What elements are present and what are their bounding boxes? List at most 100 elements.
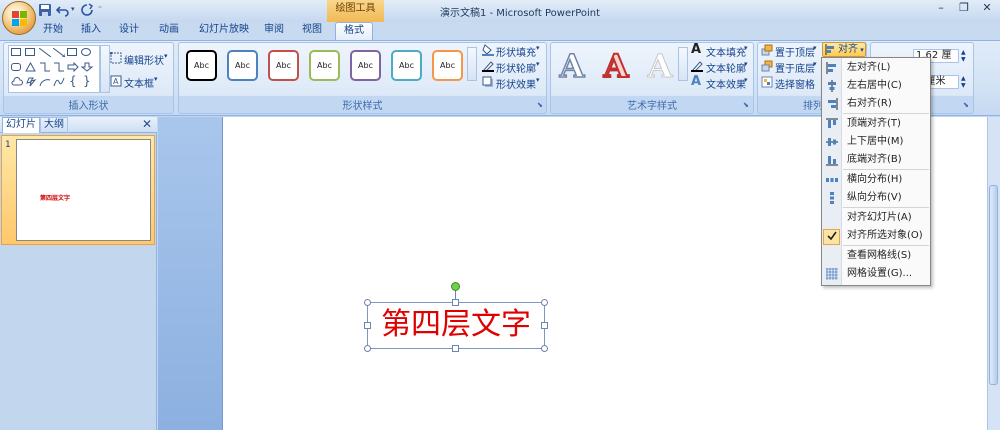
shape-style-swatch[interactable]: Abc bbox=[350, 50, 381, 81]
shape-arc-icon[interactable] bbox=[39, 77, 51, 87]
size-launcher-icon[interactable]: ⬊ bbox=[963, 101, 969, 109]
align-menu-item[interactable]: 网格设置(G)... bbox=[822, 265, 930, 283]
align-menu-item[interactable]: 上下居中(M) bbox=[822, 133, 930, 151]
bring-to-front-button[interactable]: 置于顶层 bbox=[775, 44, 815, 59]
shape-left-brace-icon[interactable]: { bbox=[69, 74, 77, 88]
tab-format[interactable]: 格式 bbox=[335, 22, 373, 40]
resize-handle-bottom[interactable] bbox=[452, 345, 459, 352]
undo-icon[interactable] bbox=[56, 3, 70, 17]
align-menu-item[interactable]: 左右居中(C) bbox=[822, 77, 930, 95]
shapes-gallery-scroll[interactable] bbox=[100, 45, 110, 93]
align-menu-item[interactable]: 底端对齐(B) bbox=[822, 151, 930, 169]
bring-to-front-dropdown-icon[interactable]: ▾ bbox=[813, 44, 817, 52]
height-spinner-icon[interactable]: ▲ ▼ bbox=[961, 49, 966, 63]
shape-vertical-textbox-icon[interactable] bbox=[25, 48, 35, 56]
align-menu-item[interactable]: 纵向分布(V) bbox=[822, 189, 930, 207]
align-menu-item[interactable]: 左对齐(L) bbox=[822, 59, 930, 77]
shape-down-arrow-icon[interactable] bbox=[81, 62, 93, 72]
save-icon[interactable] bbox=[38, 3, 52, 17]
tab-view[interactable]: 视图 bbox=[297, 22, 327, 40]
tab-insert[interactable]: 插入 bbox=[76, 22, 106, 40]
width-spinner-icon[interactable]: ▲ ▼ bbox=[961, 75, 966, 89]
shape-rectangle-icon[interactable] bbox=[67, 48, 77, 56]
undo-dropdown-icon[interactable]: ▾ bbox=[71, 5, 75, 13]
shape-effects-button[interactable]: 形状效果 bbox=[496, 76, 536, 91]
wordart-style-red[interactable]: A bbox=[597, 46, 635, 86]
tab-animations[interactable]: 动画 bbox=[154, 22, 184, 40]
shape-style-swatch[interactable]: Abc bbox=[186, 50, 217, 81]
text-fill-dropdown-icon[interactable]: ▾ bbox=[744, 44, 748, 52]
tab-slides[interactable]: 幻灯片 bbox=[2, 117, 40, 133]
tab-slideshow[interactable]: 幻灯片放映 bbox=[196, 22, 252, 40]
shape-style-swatch[interactable]: Abc bbox=[268, 50, 299, 81]
resize-handle-top-right[interactable] bbox=[541, 299, 548, 306]
tab-outline[interactable]: 大纲 bbox=[40, 117, 68, 133]
align-menu-item[interactable]: 右对齐(R) bbox=[822, 95, 930, 113]
tab-design[interactable]: 设计 bbox=[114, 22, 144, 40]
wordart-styles-launcher-icon[interactable]: ⬊ bbox=[743, 101, 749, 109]
shapes-gallery[interactable]: { } bbox=[8, 45, 100, 93]
shape-styles-launcher-icon[interactable]: ⬊ bbox=[537, 101, 543, 109]
resize-handle-bottom-left[interactable] bbox=[364, 345, 371, 352]
redo-icon[interactable] bbox=[80, 3, 94, 17]
vertical-scrollbar-thumb[interactable] bbox=[989, 185, 998, 385]
restore-button[interactable]: ❐ bbox=[953, 2, 975, 16]
shape-cloud-icon[interactable] bbox=[11, 77, 23, 87]
shape-lightning-icon[interactable] bbox=[25, 77, 37, 87]
shape-styles-scroll[interactable] bbox=[467, 47, 477, 81]
shape-rounded-rect-icon[interactable] bbox=[11, 63, 21, 71]
shape-right-brace-icon[interactable]: } bbox=[83, 74, 91, 88]
send-to-back-button[interactable]: 置于底层 bbox=[775, 60, 815, 75]
text-effects-button[interactable]: 文本效果 bbox=[706, 76, 746, 91]
shape-oval-icon[interactable] bbox=[81, 48, 91, 56]
edit-shape-dropdown-icon[interactable]: ▾ bbox=[164, 52, 168, 60]
office-button[interactable] bbox=[2, 1, 36, 35]
align-menu-item[interactable]: 对齐所选对象(O) bbox=[822, 227, 930, 245]
selection-pane-button[interactable]: 选择窗格 bbox=[775, 76, 815, 91]
shape-elbow-arrow-icon[interactable] bbox=[53, 62, 65, 72]
tab-review[interactable]: 审阅 bbox=[259, 22, 289, 40]
tab-home[interactable]: 开始 bbox=[38, 22, 68, 40]
text-effects-dropdown-icon[interactable]: ▾ bbox=[744, 76, 748, 84]
customize-qat-icon[interactable]: ⁼ bbox=[98, 4, 102, 13]
shape-outline-button[interactable]: 形状轮廓 bbox=[496, 60, 536, 75]
shape-right-arrow-icon[interactable] bbox=[67, 62, 79, 72]
shape-line-icon[interactable] bbox=[39, 48, 51, 57]
resize-handle-bottom-right[interactable] bbox=[541, 345, 548, 352]
shape-outline-dropdown-icon[interactable]: ▾ bbox=[536, 60, 540, 68]
text-fill-button[interactable]: 文本填充 bbox=[706, 44, 746, 59]
align-menu-item[interactable]: 查看网格线(S) bbox=[822, 247, 930, 265]
align-menu-item[interactable]: 横向分布(H) bbox=[822, 171, 930, 189]
edit-shape-button[interactable]: 编辑形状 bbox=[124, 52, 164, 67]
slide-thumbnail[interactable] bbox=[16, 139, 151, 241]
shape-arrow-line-icon[interactable] bbox=[53, 48, 65, 57]
text-box-button[interactable]: 文本框 bbox=[124, 75, 154, 90]
text-box-dropdown-icon[interactable]: ▾ bbox=[154, 75, 158, 83]
close-window-button[interactable]: ✕ bbox=[976, 2, 998, 16]
align-menu-item[interactable]: 顶端对齐(T) bbox=[822, 115, 930, 133]
shape-fill-dropdown-icon[interactable]: ▾ bbox=[536, 44, 540, 52]
resize-handle-top-left[interactable] bbox=[364, 299, 371, 306]
resize-handle-right[interactable] bbox=[541, 322, 548, 329]
close-pane-button[interactable]: ✕ bbox=[141, 118, 153, 130]
resize-handle-top[interactable] bbox=[452, 299, 459, 306]
send-to-back-dropdown-icon[interactable]: ▾ bbox=[813, 60, 817, 68]
shape-style-swatch[interactable]: Abc bbox=[432, 50, 463, 81]
shape-fill-button[interactable]: 形状填充 bbox=[496, 44, 536, 59]
wordart-styles-scroll[interactable] bbox=[678, 47, 688, 81]
wordart-style-white[interactable]: A bbox=[641, 47, 679, 86]
text-box-content[interactable]: 第四层文字 bbox=[367, 302, 545, 349]
shape-elbow-connector-icon[interactable] bbox=[39, 62, 51, 72]
shape-style-swatch[interactable]: Abc bbox=[391, 50, 422, 81]
wordart-style-outline[interactable]: A bbox=[553, 46, 591, 86]
shape-style-swatch[interactable]: Abc bbox=[227, 50, 258, 81]
minimize-button[interactable]: – bbox=[930, 2, 952, 16]
shape-effects-dropdown-icon[interactable]: ▾ bbox=[536, 76, 540, 84]
shape-textbox-icon[interactable] bbox=[11, 48, 21, 56]
shape-style-swatch[interactable]: Abc bbox=[309, 50, 340, 81]
shape-curve-icon[interactable] bbox=[53, 77, 65, 87]
shape-triangle-icon[interactable] bbox=[25, 62, 36, 72]
text-outline-dropdown-icon[interactable]: ▾ bbox=[744, 60, 748, 68]
rotation-handle[interactable] bbox=[451, 282, 460, 291]
align-menu-item[interactable]: 对齐幻灯片(A) bbox=[822, 209, 930, 227]
